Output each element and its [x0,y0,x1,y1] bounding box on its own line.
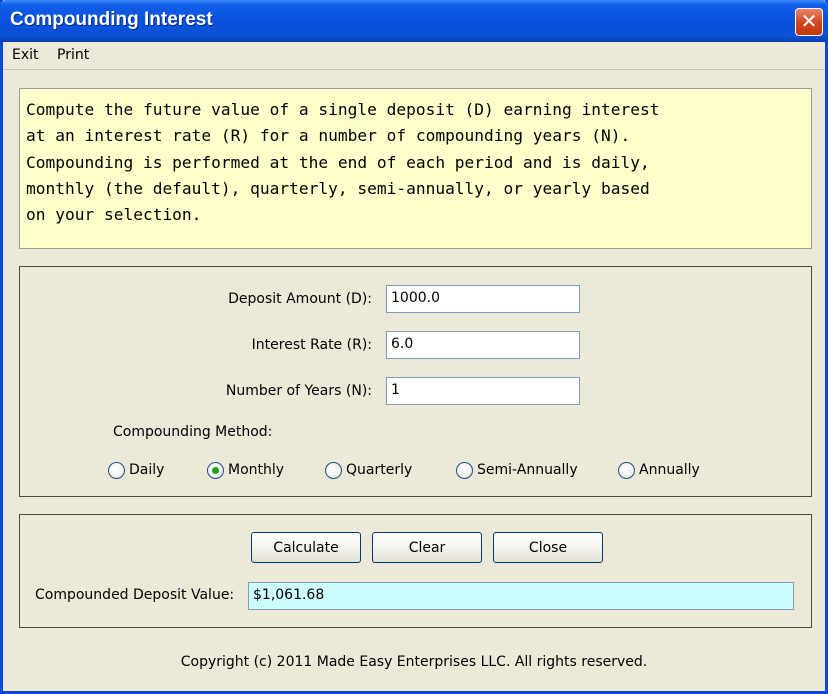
radio-daily[interactable]: Daily [108,460,164,480]
interest-rate-label: Interest Rate (R): [251,337,372,353]
input-panel: Deposit Amount (D): 1000.0 Interest Rate… [19,266,812,497]
radio-semi-annually-label: Semi-Annually [477,462,578,478]
radio-semi-annually[interactable]: Semi-Annually [456,460,578,480]
radio-monthly-label: Monthly [228,462,285,478]
radio-unchecked-icon [108,461,125,479]
radio-daily-label: Daily [129,462,165,478]
deposit-amount-label: Deposit Amount (D): [228,291,372,307]
number-of-years-input[interactable]: 1 [386,377,580,405]
result-panel: Calculate Clear Close Compounded Deposit… [19,514,812,628]
clear-button[interactable]: Clear [372,532,482,563]
compounded-value-field[interactable]: $1,061.68 [248,582,794,610]
radio-annually[interactable]: Annually [618,460,700,480]
radio-quarterly[interactable]: Quarterly [325,460,412,480]
compounded-value-label: Compounded Deposit Value: [35,587,235,603]
window-title: Compounding Interest [10,9,213,30]
close-icon: ✕ [800,9,818,33]
calculate-button[interactable]: Calculate [251,532,361,563]
radio-annually-label: Annually [639,462,700,478]
radio-unchecked-icon [456,461,473,479]
close-button[interactable]: Close [493,532,603,563]
compounding-method-label: Compounding Method: [113,424,273,440]
deposit-amount-input[interactable]: 1000.0 [386,285,580,313]
number-of-years-label: Number of Years (N): [225,383,372,399]
radio-checked-icon [207,461,224,479]
copyright-text: Copyright (c) 2011 Made Easy Enterprises… [180,654,648,670]
app-window: Compounding Interest ✕ Exit Print Comput… [0,0,828,694]
menu-exit[interactable]: Exit [12,47,39,63]
radio-unchecked-icon [325,461,342,479]
description-text: Compute the future value of a single dep… [19,88,812,249]
menu-bar: Exit Print [3,42,825,70]
title-bar[interactable]: Compounding Interest ✕ [0,0,828,42]
radio-unchecked-icon [618,461,635,479]
close-window-button[interactable]: ✕ [795,8,823,36]
radio-monthly[interactable]: Monthly [207,460,284,480]
radio-quarterly-label: Quarterly [346,462,413,478]
interest-rate-input[interactable]: 6.0 [386,331,580,359]
menu-print[interactable]: Print [57,47,89,63]
